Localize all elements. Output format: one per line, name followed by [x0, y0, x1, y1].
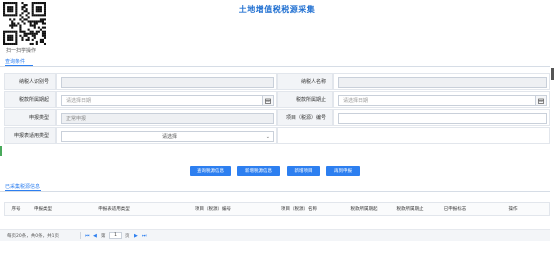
period-end-cell: 请选择日期 — [333, 91, 550, 108]
applicable-type-select[interactable]: 请选择 ⌄ — [61, 131, 274, 142]
page-prefix: 第 — [101, 234, 106, 239]
add-tax-source-button[interactable]: 新增税源信息 — [237, 166, 280, 176]
form-row: 申报表适用类型 请选择 ⌄ — [4, 127, 550, 144]
period-end-input[interactable]: 请选择日期 — [338, 95, 547, 106]
page-suffix: 页 — [125, 234, 130, 239]
form-row: 申报类型 正常申报 项目（税源）编号 — [4, 109, 550, 126]
declare-type-label: 申报类型 — [4, 109, 56, 126]
period-start-label: 税款所属期起 — [4, 91, 56, 108]
applicable-type-value: 请选择 — [161, 134, 177, 140]
project-no-input[interactable] — [338, 113, 547, 124]
applicable-type-label: 申报表适用类型 — [4, 127, 56, 144]
form-row: 纳税人识别号 纳税人名称 — [4, 73, 550, 90]
calendar-icon — [538, 98, 544, 104]
empty-cell — [277, 127, 550, 144]
applicable-type-cell: 请选择 ⌄ — [56, 127, 277, 144]
next-page-icon[interactable]: ▶ — [134, 233, 138, 239]
col-header: 税款所属期起 — [350, 207, 378, 212]
pagination-separator — [80, 232, 81, 239]
taxpayer-id-label: 纳税人识别号 — [4, 73, 56, 90]
col-header: 项目（税源）编号 — [195, 207, 231, 212]
prev-page-icon[interactable]: ◀ — [93, 233, 97, 239]
divider — [0, 191, 550, 192]
period-start-placeholder: 请选择日期 — [66, 98, 92, 104]
col-header: 序号 — [11, 207, 21, 212]
taxpayer-name-field — [338, 77, 547, 88]
divider — [0, 66, 550, 67]
project-no-label: 项目（税源）编号 — [277, 109, 333, 126]
calendar-button[interactable] — [262, 96, 273, 105]
col-header: 操作 — [508, 207, 518, 212]
period-start-cell: 请选择日期 — [56, 91, 277, 108]
tab-query-conditions[interactable]: 查询条件 — [5, 58, 25, 65]
taxpayer-id-cell — [56, 73, 277, 90]
declare-type-field: 正常申报 — [61, 113, 274, 124]
col-header: 已申报标志 — [443, 207, 467, 212]
form-row: 税款所属期起 请选择日期 税款所属期止 请选择日期 — [4, 91, 550, 108]
project-no-cell — [333, 109, 550, 126]
add-project-button[interactable]: 新增项目 — [287, 166, 320, 176]
qr-caption: 扫一扫学操作 — [6, 48, 37, 54]
chevron-down-icon: ⌄ — [265, 134, 270, 140]
taxpayer-id-field — [61, 77, 274, 88]
col-header: 税款所属期止 — [396, 207, 424, 212]
page-title: 土地增值税税源采集 — [238, 5, 316, 14]
last-page-icon[interactable]: ⏭ — [142, 233, 147, 239]
calendar-icon — [265, 98, 271, 104]
reapply-button[interactable]: 再到申报 — [326, 166, 360, 176]
period-end-placeholder: 请选择日期 — [343, 98, 369, 104]
query-tax-source-button[interactable]: 查询税源信息 — [190, 166, 231, 176]
col-header: 申报类型 — [34, 207, 52, 212]
side-marker — [0, 146, 2, 156]
calendar-button[interactable] — [535, 96, 546, 105]
col-header: 申报表适用类型 — [98, 207, 130, 212]
tab-collected-sources[interactable]: 已采集税源信息 — [5, 183, 40, 190]
pagination-summary: 每页20条，共0条，共1页 — [7, 234, 59, 239]
period-start-input[interactable]: 请选择日期 — [61, 95, 274, 106]
first-page-icon[interactable]: ⏮ — [85, 233, 90, 239]
taxpayer-name-label: 纳税人名称 — [277, 73, 333, 90]
declare-type-cell: 正常申报 — [56, 109, 277, 126]
taxpayer-name-cell — [333, 73, 550, 90]
page-number-input[interactable]: 1 — [109, 232, 122, 239]
results-table: 序号 申报类型 申报表适用类型 项目（税源）编号 项目（税源）名称 税款所属期起… — [4, 202, 550, 216]
period-end-label: 税款所属期止 — [277, 91, 333, 108]
action-bar: 查询税源信息 新增税源信息 新增项目 再到申报 — [0, 166, 554, 176]
pagination-bar: 每页20条，共0条，共1页 ⏮ ◀ 第 1 页 ▶ ⏭ — [0, 229, 550, 241]
col-header: 项目（税源）名称 — [281, 207, 317, 212]
